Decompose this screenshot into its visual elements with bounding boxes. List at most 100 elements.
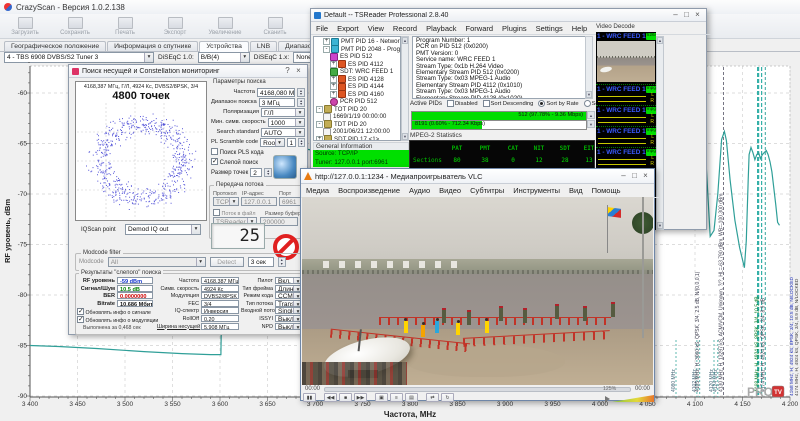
help-button[interactable]: ? bbox=[282, 66, 293, 76]
menu-item-6[interactable]: Вид bbox=[569, 186, 583, 195]
stop-icon[interactable]: ■ bbox=[339, 393, 352, 402]
expand-icon[interactable]: + bbox=[330, 76, 337, 83]
sort-option-2[interactable]: Sort by Rate bbox=[538, 100, 578, 107]
stream-file-row[interactable]: Поток в файл Размер буфера bbox=[213, 209, 304, 217]
tree-row[interactable]: +ES PID 4160 bbox=[314, 91, 400, 99]
pls-search-checkbox[interactable] bbox=[211, 148, 218, 155]
param-value[interactable]: 3 МГц bbox=[259, 98, 296, 107]
scroll-up-icon[interactable]: ▲ bbox=[402, 37, 408, 44]
tree-row[interactable]: -TDT PID 20 bbox=[314, 121, 400, 129]
seek-slider[interactable] bbox=[324, 387, 631, 392]
param-select[interactable]: Root bbox=[260, 138, 284, 147]
sort-option-1[interactable]: Sort Descending bbox=[483, 100, 534, 107]
result-select[interactable]: CCM bbox=[275, 292, 303, 299]
modcode-select[interactable]: All bbox=[108, 257, 206, 267]
tree-row[interactable]: SDT: WRC FEED 1 bbox=[314, 68, 400, 76]
menu-item-export[interactable]: Export bbox=[337, 24, 359, 33]
close-button[interactable]: × bbox=[692, 10, 703, 20]
tree-row[interactable]: +SDT PID 17 <1> bbox=[314, 136, 400, 142]
result-select[interactable]: Transport bbox=[275, 300, 303, 307]
menu-item-playback[interactable]: Playback bbox=[426, 24, 456, 33]
param-stepper[interactable] bbox=[297, 88, 305, 97]
playlist-icon[interactable]: ▤ bbox=[405, 393, 418, 402]
menu-item-5[interactable]: Инструменты bbox=[513, 186, 560, 195]
loop-icon[interactable]: ⇄ bbox=[426, 393, 439, 402]
param-select[interactable]: 1000 bbox=[268, 118, 305, 127]
minimize-button[interactable]: – bbox=[618, 171, 629, 181]
checkbox[interactable] bbox=[447, 100, 454, 107]
collapse-icon[interactable]: - bbox=[316, 121, 323, 128]
pls-search-row[interactable]: Поиск PLS кода bbox=[211, 148, 264, 156]
expand-icon[interactable]: + bbox=[323, 38, 330, 45]
iqscan-select[interactable]: Demod IQ out bbox=[125, 224, 201, 235]
radio-button[interactable] bbox=[584, 100, 591, 107]
minimize-button[interactable]: – bbox=[670, 10, 681, 20]
tree-row[interactable]: +ES PID 4112 bbox=[314, 61, 400, 69]
globe-button[interactable] bbox=[273, 155, 297, 179]
scroll-down-icon[interactable]: ▼ bbox=[657, 222, 663, 229]
expand-icon[interactable]: + bbox=[330, 61, 337, 68]
vlc-titlebar[interactable]: http://127.0.0.1:1234 - Медиапроигрывате… bbox=[301, 169, 654, 184]
tree-row[interactable]: +ES PID 4128 bbox=[314, 76, 400, 84]
tree-row[interactable]: -PMT PID 2048 - Progr. 1 bbox=[314, 46, 400, 54]
pids-scroll-up-icon[interactable]: ▲ bbox=[587, 111, 595, 119]
result-select[interactable]: Вкл. bbox=[275, 277, 303, 284]
scroll-up-icon[interactable]: ▲ bbox=[657, 37, 663, 44]
speaker-icon[interactable] bbox=[605, 396, 610, 402]
menu-item-1[interactable]: Воспроизведение bbox=[338, 186, 400, 195]
result-select[interactable]: Длинный bbox=[275, 285, 303, 292]
update-modulation-row[interactable]: Обновлять инфо о модуляции bbox=[77, 316, 158, 324]
volume-slider[interactable] bbox=[612, 395, 654, 402]
menu-item-0[interactable]: Медиа bbox=[306, 186, 329, 195]
maximize-button[interactable]: □ bbox=[681, 10, 692, 20]
protocol-select[interactable]: TCP bbox=[213, 197, 239, 206]
detect-interval[interactable]: 3 сек bbox=[248, 257, 274, 267]
constellation-titlebar[interactable]: Поиск несущей и Constellation мониторинг… bbox=[69, 65, 307, 78]
menu-item-3[interactable]: Видео bbox=[439, 186, 461, 195]
pids-scroll-down-icon[interactable]: ▼ bbox=[587, 120, 595, 128]
param-stepper[interactable] bbox=[298, 138, 305, 147]
expand-icon[interactable]: + bbox=[330, 91, 337, 98]
sort-option-0[interactable]: Disabled bbox=[447, 100, 478, 107]
collapse-icon[interactable]: - bbox=[323, 46, 330, 53]
buffer-field[interactable]: 200000 bbox=[260, 217, 298, 226]
update-modulation-checkbox[interactable] bbox=[77, 316, 84, 323]
menu-item-forward[interactable]: Forward bbox=[466, 24, 494, 33]
param-select[interactable]: AUTO bbox=[261, 128, 305, 137]
extended-settings-icon[interactable]: ≡ bbox=[390, 393, 403, 402]
dot-size-stepper[interactable] bbox=[264, 168, 272, 177]
checkbox[interactable] bbox=[483, 100, 490, 107]
param-value[interactable]: 1 bbox=[287, 138, 296, 147]
param-select[interactable]: Г/Л bbox=[261, 108, 305, 117]
detect-button[interactable]: Detect bbox=[210, 257, 244, 267]
result-select[interactable]: Single bbox=[275, 307, 303, 314]
next-icon[interactable]: ▶▶ bbox=[354, 393, 367, 402]
tree-row[interactable]: ES PID 512 bbox=[314, 53, 400, 61]
previous-icon[interactable]: ◀◀ bbox=[324, 393, 337, 402]
close-button[interactable]: × bbox=[640, 171, 651, 181]
tree-row[interactable]: -TOT PID 20 bbox=[314, 106, 400, 114]
video-thumbnail[interactable] bbox=[597, 41, 655, 82]
menu-item-view[interactable]: View bbox=[368, 24, 384, 33]
menu-item-settings[interactable]: Settings bbox=[536, 24, 563, 33]
param-value[interactable]: 4168,080 МГц bbox=[257, 88, 295, 97]
menu-item-4[interactable]: Субтитры bbox=[470, 186, 504, 195]
expand-icon[interactable]: + bbox=[330, 83, 337, 90]
decode-scrollbar[interactable]: ▲ ▼ bbox=[656, 36, 664, 230]
tree-row[interactable]: +ES PID 4144 bbox=[314, 83, 400, 91]
result-select[interactable]: Выкл. bbox=[275, 323, 303, 330]
menu-item-7[interactable]: Помощь bbox=[592, 186, 621, 195]
scroll-down-icon[interactable]: ▼ bbox=[586, 91, 592, 98]
program-info-pane[interactable]: Program Number: 1PCR on PID 512 (0x0200)… bbox=[412, 36, 593, 99]
collapse-icon[interactable]: - bbox=[316, 106, 323, 113]
result-select[interactable]: Выкл. bbox=[275, 315, 303, 322]
pid-tree[interactable]: +PMT PID 16 - Network-PMT PID 2048 - Pro… bbox=[313, 36, 401, 141]
dot-size-value[interactable]: 2 bbox=[250, 168, 262, 177]
param-stepper[interactable] bbox=[297, 98, 305, 107]
ip-field[interactable]: 127.0.0.1 bbox=[241, 197, 277, 206]
detect-interval-stepper[interactable] bbox=[278, 257, 286, 267]
tree-scrollbar[interactable]: ▲ ▼ bbox=[401, 36, 409, 141]
menu-item-plugins[interactable]: Plugins bbox=[502, 24, 527, 33]
video-frame[interactable] bbox=[302, 197, 653, 385]
menu-item-help[interactable]: Help bbox=[572, 24, 587, 33]
